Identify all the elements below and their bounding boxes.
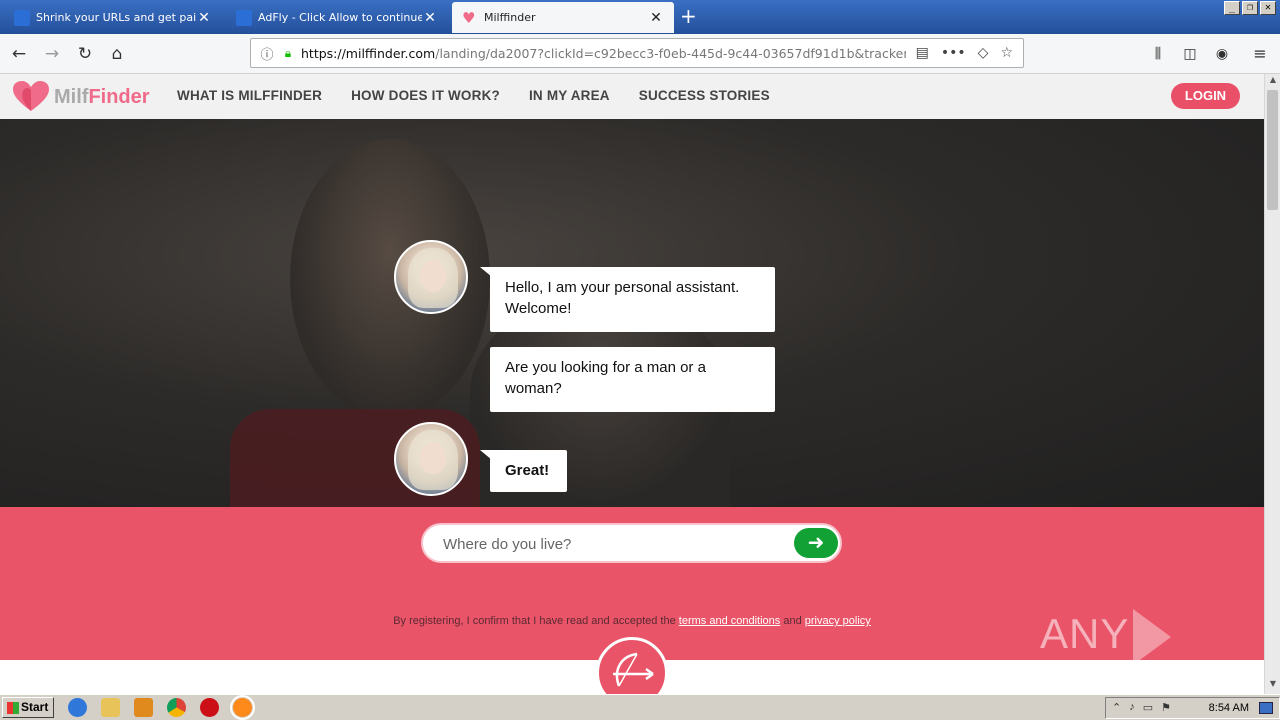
plus-icon[interactable]: + xyxy=(680,6,697,26)
chat-bubble-welcome: Hello, I am your personal assistant. Wel… xyxy=(480,267,775,332)
lock-icon[interactable]: 🔒︎ xyxy=(279,46,297,61)
heart-logo-icon xyxy=(13,81,49,111)
bow-arrow-icon xyxy=(596,637,668,694)
library-icon[interactable]: ⫼ xyxy=(1146,42,1170,66)
close-icon[interactable]: ✕ xyxy=(422,10,438,26)
menu-icon[interactable]: ≡ xyxy=(1248,42,1272,66)
tab-title: Milffinder xyxy=(484,11,536,24)
url-path: /landing/da2007?clickId=c92becc3-f0eb-44… xyxy=(435,45,906,61)
window-controls: _ ❐ ✕ xyxy=(1224,1,1276,15)
pocket-icon[interactable]: ◇ xyxy=(978,45,989,61)
terms-link[interactable]: terms and conditions xyxy=(679,615,781,627)
start-label: Start xyxy=(21,700,49,714)
site-logo[interactable]: MilfFinder xyxy=(12,80,150,114)
adfly-favicon-icon xyxy=(14,9,30,26)
arrow-right-icon[interactable]: ➜ xyxy=(794,528,838,558)
heart-favicon-icon: ♥ xyxy=(462,8,476,27)
windows-logo-icon xyxy=(7,701,19,714)
volume-icon[interactable]: ♪ xyxy=(1129,701,1135,714)
privacy-link[interactable]: privacy policy xyxy=(805,615,871,627)
page-actions-icon[interactable]: ••• xyxy=(941,45,966,61)
reader-view-icon[interactable]: ▤ xyxy=(916,45,929,61)
bookmark-star-icon[interactable]: ☆ xyxy=(1000,45,1013,61)
url-actions: ▤ ••• ◇ ☆ xyxy=(906,45,1023,61)
chevron-up-icon[interactable]: ⌃ xyxy=(1112,701,1121,714)
media-player-icon[interactable] xyxy=(134,698,153,717)
nav-in-my-area[interactable]: IN MY AREA xyxy=(529,88,610,103)
taskbar: Start ⌃ ♪ ▭ ⚑ 8:54 AM xyxy=(0,694,1280,720)
system-tray: ⌃ ♪ ▭ ⚑ 8:54 AM xyxy=(1105,697,1280,719)
hero-section: Hello, I am your personal assistant. Wel… xyxy=(0,119,1264,507)
clock[interactable]: 8:54 AM xyxy=(1209,702,1249,714)
flag-icon[interactable]: ⚑ xyxy=(1161,701,1171,714)
chrome-icon[interactable] xyxy=(167,698,186,717)
show-desktop-icon[interactable] xyxy=(1259,702,1273,714)
network-icon[interactable]: ▭ xyxy=(1143,701,1153,714)
firefox-icon[interactable] xyxy=(230,695,255,720)
tab-milffinder[interactable]: ♥ Milffinder ✕ xyxy=(452,2,674,33)
play-icon xyxy=(1133,609,1172,665)
nav-what-is[interactable]: WHAT IS MILFFINDER xyxy=(177,88,322,103)
site-nav: WHAT IS MILFFINDER HOW DOES IT WORK? IN … xyxy=(177,88,770,103)
assistant-avatar xyxy=(394,240,468,314)
site-header: MilfFinder WHAT IS MILFFINDER HOW DOES I… xyxy=(0,74,1264,119)
location-input[interactable] xyxy=(443,533,783,555)
sidebar-icon[interactable]: ◫ xyxy=(1178,42,1202,66)
close-window-icon[interactable]: ✕ xyxy=(1260,1,1276,15)
info-icon[interactable]: ⓘ xyxy=(255,44,279,63)
opera-icon[interactable] xyxy=(200,698,219,717)
account-icon[interactable]: ◉ xyxy=(1210,42,1234,66)
scroll-down-icon[interactable]: ▼ xyxy=(1265,679,1280,693)
url-text[interactable]: https://milffinder.com/landing/da2007?cl… xyxy=(297,46,906,61)
ie-icon[interactable] xyxy=(68,698,87,717)
browser-nav-bar: ← → ↻ ⌂ ⓘ 🔒︎ https://milffinder.com/land… xyxy=(0,34,1280,74)
web-page: MilfFinder WHAT IS MILFFINDER HOW DOES I… xyxy=(0,74,1264,694)
logo-text-b: Finder xyxy=(88,85,150,108)
consent-prefix: By registering, I confirm that I have re… xyxy=(393,615,679,627)
nav-how-it-works[interactable]: HOW DOES IT WORK? xyxy=(351,88,500,103)
back-arrow-icon[interactable]: ← xyxy=(7,42,31,66)
chat-bubble-great: Great! xyxy=(480,450,567,492)
tab-title: AdFly - Click Allow to continue xyxy=(258,11,422,24)
tray-icons: ⌃ ♪ ▭ ⚑ xyxy=(1112,701,1171,714)
quick-launch xyxy=(68,695,255,720)
url-host: https://milffinder.com xyxy=(301,45,436,61)
scrollbar-thumb[interactable] xyxy=(1267,90,1278,210)
restore-icon[interactable]: ❐ xyxy=(1242,1,1258,15)
tab-shrink-urls[interactable]: Shrink your URLs and get paid! ✕ xyxy=(4,2,222,33)
folder-icon[interactable] xyxy=(101,698,120,717)
start-button[interactable]: Start xyxy=(2,697,54,718)
assistant-avatar xyxy=(394,422,468,496)
watermark-text-right: RUN xyxy=(1040,665,1134,694)
close-icon[interactable]: ✕ xyxy=(648,10,664,26)
url-bar[interactable]: ⓘ 🔒︎ https://milffinder.com/landing/da20… xyxy=(250,38,1024,68)
tab-adfly[interactable]: AdFly - Click Allow to continue ✕ xyxy=(226,2,448,33)
close-icon[interactable]: ✕ xyxy=(196,10,212,26)
browser-tab-bar: Shrink your URLs and get paid! ✕ AdFly -… xyxy=(0,0,1280,34)
nav-success-stories[interactable]: SUCCESS STORIES xyxy=(639,88,770,103)
consent-and: and xyxy=(780,615,805,627)
forward-arrow-icon[interactable]: → xyxy=(40,42,64,66)
scroll-up-icon[interactable]: ▲ xyxy=(1265,75,1280,89)
logo-text-a: Milf xyxy=(54,85,89,108)
home-icon[interactable]: ⌂ xyxy=(105,42,129,66)
tab-title: Shrink your URLs and get paid! xyxy=(36,11,196,24)
page-scrollbar[interactable]: ▲ ▼ xyxy=(1264,74,1280,694)
chat-bubble-question: Are you looking for a man or a woman? xyxy=(490,347,775,412)
watermark-text-left: ANY xyxy=(1040,610,1130,658)
location-search: ➜ xyxy=(421,523,842,563)
reload-icon[interactable]: ↻ xyxy=(73,42,97,66)
login-button[interactable]: LOGIN xyxy=(1171,83,1240,109)
anyrun-watermark: ANY RUN xyxy=(1040,609,1264,694)
adfly-favicon-icon xyxy=(236,9,252,26)
minimize-icon[interactable]: _ xyxy=(1224,1,1240,15)
